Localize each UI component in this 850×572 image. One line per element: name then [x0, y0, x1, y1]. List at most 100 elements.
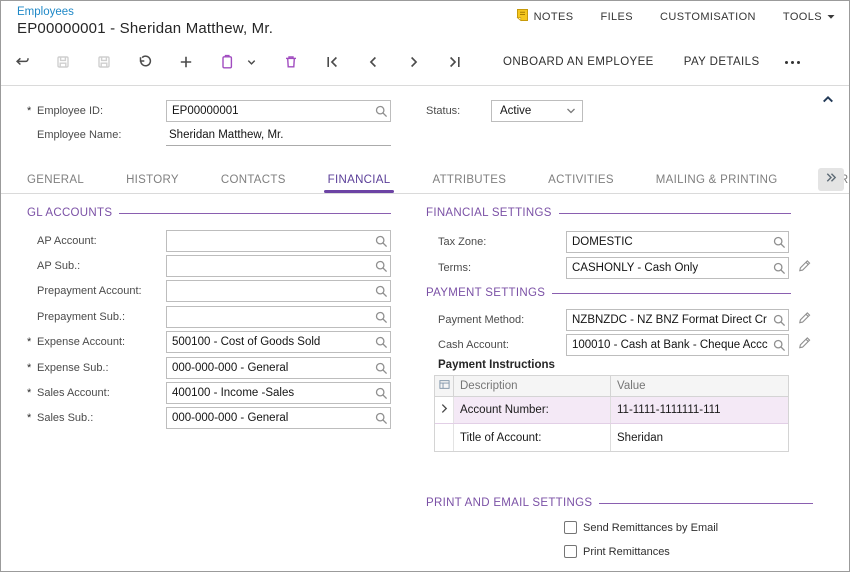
print-remittances-label: Print Remittances [583, 546, 670, 558]
sales-account-label: Sales Account: [37, 387, 166, 399]
tools-button[interactable]: TOOLS [783, 11, 835, 23]
first-record-icon [324, 54, 340, 70]
go-last-button[interactable] [442, 49, 468, 75]
search-icon[interactable] [772, 261, 786, 280]
send-remittances-by-email-checkbox[interactable] [564, 521, 577, 534]
column-header-value[interactable]: Value [611, 376, 788, 396]
terms-field [566, 257, 789, 279]
ap-sub-field [166, 255, 391, 277]
caret-down-icon [827, 11, 835, 23]
tab-contacts[interactable]: CONTACTS [217, 166, 290, 193]
column-header-description[interactable]: Description [454, 376, 611, 396]
search-icon[interactable] [374, 335, 388, 354]
sales-sub-label: Sales Sub.: [37, 412, 166, 424]
expense-sub-input[interactable] [166, 357, 391, 379]
copy-paste-button[interactable] [214, 49, 240, 75]
collapse-summary-button[interactable] [817, 91, 839, 111]
back-button[interactable] [9, 49, 35, 75]
required-marker: * [27, 105, 37, 117]
toolbar-divider [1, 85, 849, 86]
back-icon [14, 54, 30, 70]
save-button[interactable] [91, 49, 117, 75]
sales-account-input[interactable] [166, 382, 391, 404]
expense-account-input[interactable] [166, 331, 391, 353]
search-icon[interactable] [772, 313, 786, 332]
payment-method-input[interactable] [566, 309, 789, 331]
tab-financial[interactable]: FINANCIAL [324, 166, 395, 193]
go-previous-button[interactable] [360, 49, 386, 75]
print-remittances-row[interactable]: Print Remittances [564, 545, 670, 558]
save-close-icon [55, 54, 71, 70]
search-icon[interactable] [374, 411, 388, 430]
search-icon[interactable] [374, 104, 388, 123]
cancel-undo-button[interactable] [132, 49, 158, 75]
edit-cash-account-button[interactable] [797, 335, 812, 355]
search-icon[interactable] [772, 338, 786, 357]
send-remittances-by-email-row[interactable]: Send Remittances by Email [564, 521, 718, 534]
customisation-button[interactable]: CUSTOMISATION [660, 11, 756, 23]
gl-accounts-section-header: GL ACCOUNTS [27, 207, 391, 219]
more-actions-button[interactable] [780, 49, 806, 75]
onboard-an-employee-button[interactable]: ONBOARD AN EMPLOYEE [493, 49, 664, 75]
next-record-icon [406, 54, 422, 70]
status-select[interactable]: Active [491, 100, 583, 122]
tabs-overflow-icon [825, 171, 837, 189]
cell-description[interactable]: Account Number: [454, 397, 611, 423]
tab-attributes[interactable]: ATTRIBUTES [428, 166, 510, 193]
files-button[interactable]: FILES [600, 11, 633, 23]
save-and-close-button[interactable] [50, 49, 76, 75]
table-row-title-of-account[interactable]: Title of Account: Sheridan [435, 424, 788, 451]
terms-input[interactable] [566, 257, 789, 279]
cell-value[interactable]: Sheridan [611, 424, 788, 451]
files-label: FILES [600, 11, 633, 23]
search-icon[interactable] [374, 234, 388, 253]
search-icon[interactable] [772, 235, 786, 254]
table-row-account-number[interactable]: Account Number: 11-1111-1111111-111 [435, 397, 788, 424]
tab-mailing-printing[interactable]: MAILING & PRINTING [652, 166, 782, 193]
row-selector-cell [435, 424, 454, 451]
sales-sub-input[interactable] [166, 407, 391, 429]
ap-account-input[interactable] [166, 230, 391, 252]
search-icon[interactable] [374, 310, 388, 329]
cell-value[interactable]: 11-1111-1111111-111 [611, 397, 788, 423]
ap-sub-input[interactable] [166, 255, 391, 277]
cell-description[interactable]: Title of Account: [454, 424, 611, 451]
search-icon[interactable] [374, 361, 388, 380]
copy-paste-icon [219, 54, 235, 70]
save-icon [96, 54, 112, 70]
edit-terms-button[interactable] [797, 258, 812, 278]
notes-button[interactable]: NOTES [516, 8, 574, 25]
prepayment-account-input[interactable] [166, 280, 391, 302]
breadcrumb: Employees [17, 6, 74, 18]
search-icon[interactable] [374, 386, 388, 405]
terms-row: Terms: [426, 257, 846, 279]
print-email-settings-section-header: PRINT AND EMAIL SETTINGS [426, 497, 813, 509]
breadcrumb-link-employees[interactable]: Employees [17, 6, 74, 18]
cash-account-input[interactable] [566, 334, 789, 356]
go-first-button[interactable] [319, 49, 345, 75]
tabs-overflow-button[interactable] [818, 168, 844, 191]
print-remittances-checkbox[interactable] [564, 545, 577, 558]
search-icon[interactable] [374, 284, 388, 303]
add-new-button[interactable] [173, 49, 199, 75]
delete-button[interactable] [278, 49, 304, 75]
edit-pencil-icon [797, 258, 812, 278]
edit-payment-method-button[interactable] [797, 310, 812, 330]
last-record-icon [447, 54, 463, 70]
go-next-button[interactable] [401, 49, 427, 75]
pay-details-button[interactable]: PAY DETAILS [674, 49, 770, 75]
tab-general[interactable]: GENERAL [23, 166, 88, 193]
table-settings-button[interactable] [435, 376, 454, 396]
search-icon[interactable] [374, 259, 388, 278]
copy-paste-menu-button[interactable] [242, 49, 260, 75]
delete-icon [283, 54, 299, 70]
employee-name-value: Sheridan Matthew, Mr. [166, 124, 391, 146]
tab-activities[interactable]: ACTIVITIES [544, 166, 618, 193]
tax-zone-input[interactable] [566, 231, 789, 253]
prepayment-sub-input[interactable] [166, 306, 391, 328]
gl-accounts-title: GL ACCOUNTS [27, 207, 112, 219]
ap-sub-label: AP Sub.: [37, 260, 166, 272]
employee-id-input[interactable] [166, 100, 391, 122]
tab-history[interactable]: HISTORY [122, 166, 183, 193]
expense-account-field [166, 331, 391, 353]
